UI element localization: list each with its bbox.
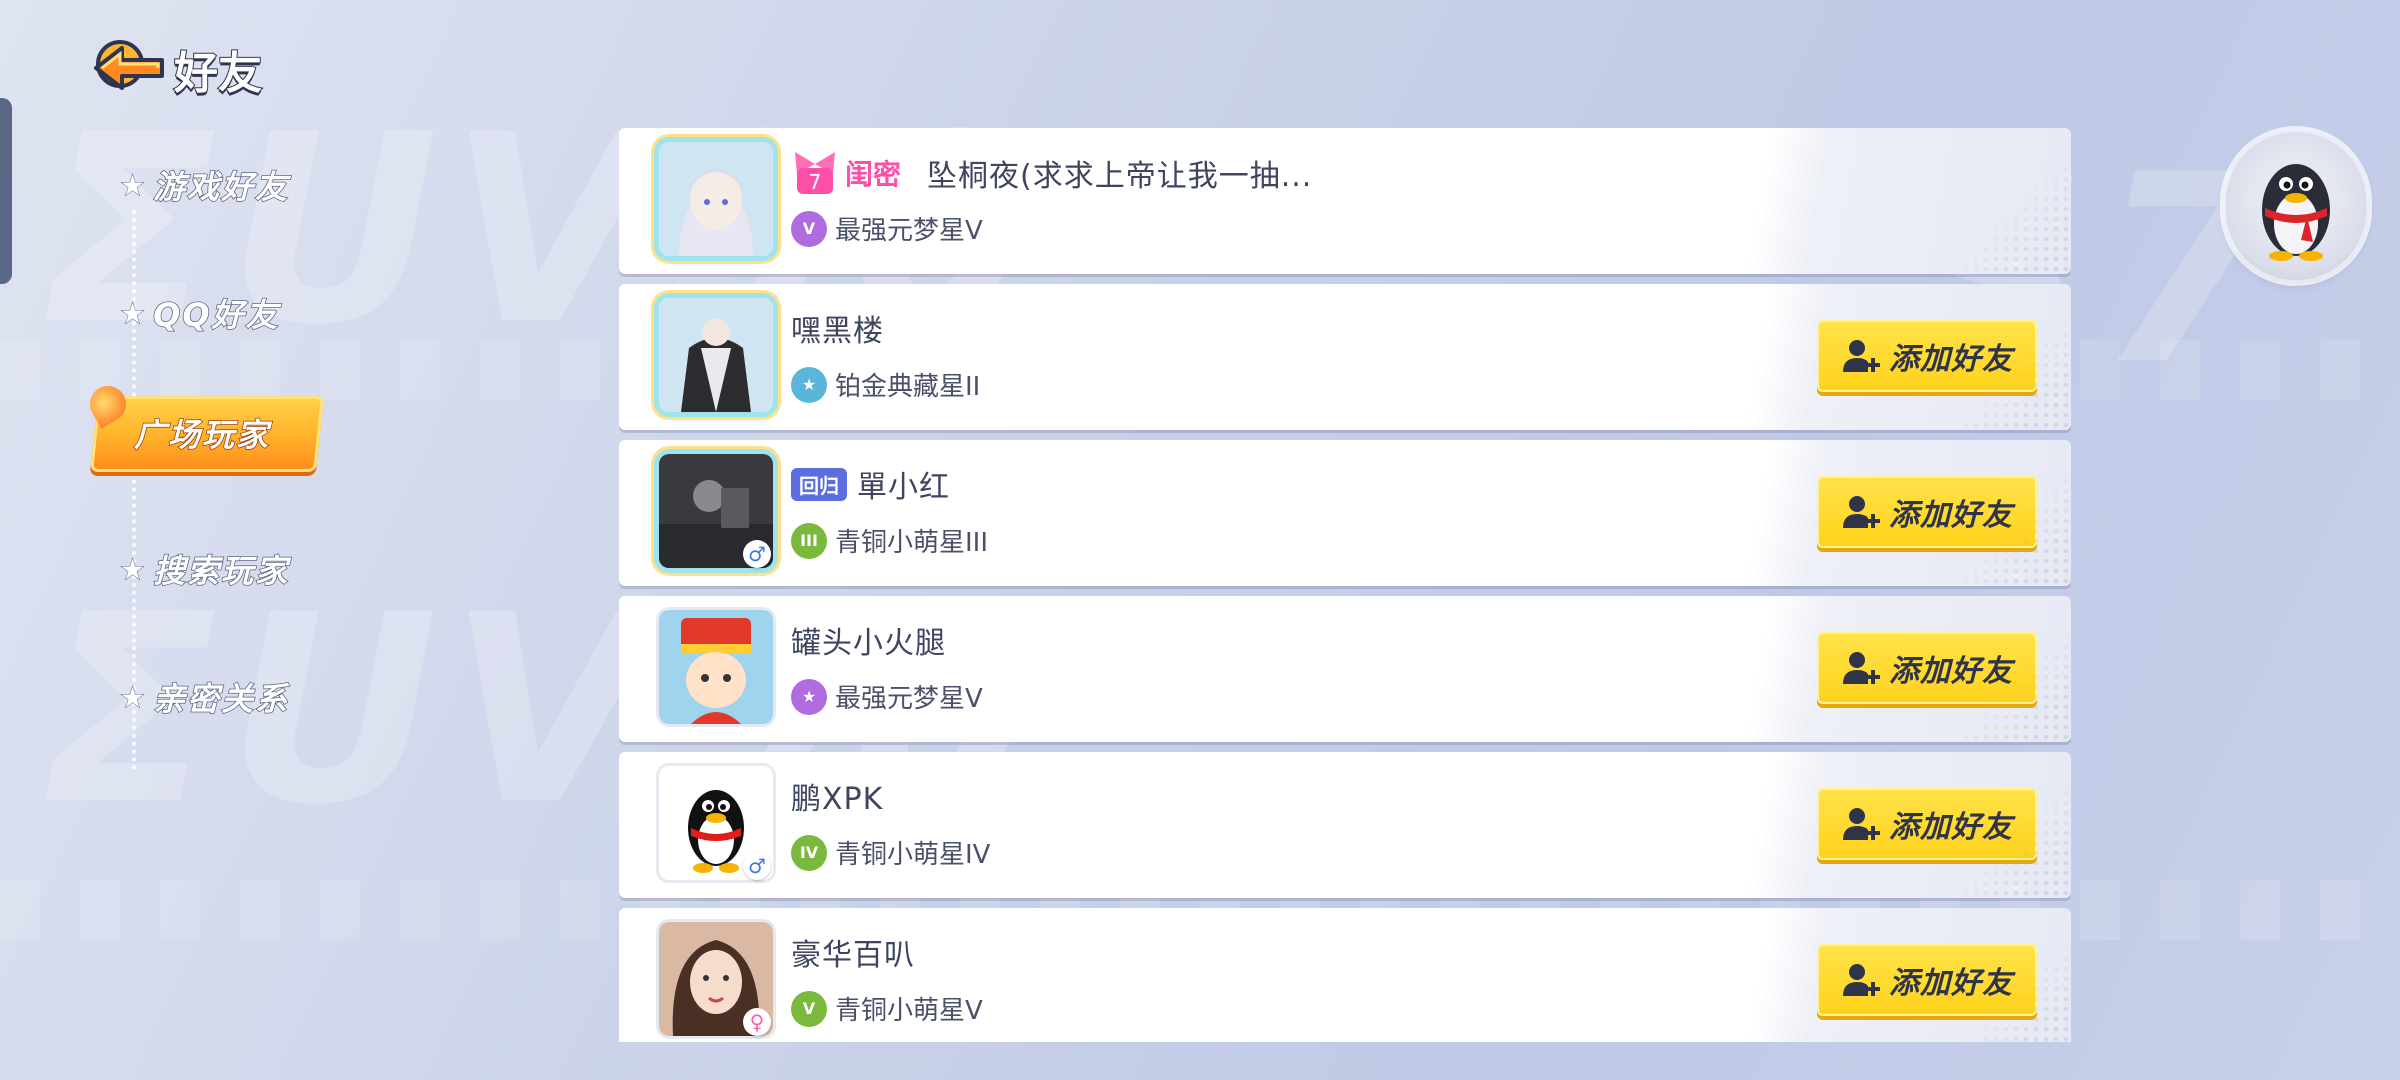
- list-item[interactable]: 7 闺密 坠桐夜(求求上帝让我一抽... V 最强元梦星V: [619, 128, 2071, 274]
- rank-badge-icon: ★: [791, 678, 827, 715]
- list-item[interactable]: 嘿黑楼 ★ 铂金典藏星II 添加好友: [619, 284, 2071, 430]
- add-user-icon: [1843, 340, 1880, 372]
- intimacy-level: 7: [809, 170, 822, 194]
- side-drawer-handle[interactable]: [0, 98, 12, 284]
- add-user-icon: [1843, 964, 1880, 996]
- sidebar-item-label: 亲密关系: [152, 679, 290, 719]
- player-name-line: 罐头小火腿: [791, 618, 946, 662]
- back-arrow-icon[interactable]: [88, 34, 172, 104]
- avatar[interactable]: [659, 142, 773, 256]
- player-name: 罐头小火腿: [791, 626, 946, 661]
- sidebar-item-qq-friends[interactable]: ★ QQ好友: [119, 290, 280, 336]
- sidebar-item-search-players[interactable]: ★ 搜索玩家: [119, 546, 290, 592]
- add-friend-button[interactable]: 添加好友: [1817, 320, 2037, 392]
- gender-male-icon: ♂: [743, 852, 771, 880]
- list-item[interactable]: 罐头小火腿 ★ 最强元梦星V 添加好友: [619, 596, 2071, 742]
- player-name: 豪华百叭: [791, 938, 915, 973]
- list-item[interactable]: ♂ 回归 單小红 III 青铜小萌星III 添加好友: [619, 440, 2071, 586]
- add-friend-label: 添加好友: [1889, 966, 2013, 1001]
- rank-text: 青铜小萌星V: [835, 996, 983, 1026]
- star-icon: ★: [119, 296, 148, 330]
- add-friend-label: 添加好友: [1889, 654, 2013, 689]
- add-friend-button[interactable]: 添加好友: [1817, 632, 2037, 704]
- player-name-line: 回归 單小红: [791, 462, 950, 506]
- add-friend-label: 添加好友: [1889, 342, 2013, 377]
- rank-line: ★ 最强元梦星V: [791, 678, 983, 715]
- player-name: 鹏XPK: [791, 782, 884, 817]
- rank-badge-icon: V: [791, 990, 827, 1027]
- add-friend-button[interactable]: 添加好友: [1817, 944, 2037, 1016]
- sidebar-item-label: QQ好友: [152, 295, 280, 335]
- sidebar-item-label: 搜索玩家: [152, 551, 290, 591]
- rank-line: III 青铜小萌星III: [791, 522, 988, 559]
- rank-text: 最强元梦星V: [835, 216, 983, 246]
- add-user-icon: [1843, 652, 1880, 684]
- rank-badge-icon: IV: [791, 834, 827, 871]
- rank-badge-icon: ★: [791, 366, 827, 403]
- rank-line: V 青铜小萌星V: [791, 990, 983, 1027]
- list-item[interactable]: ♂ 鹏XPK IV 青铜小萌星IV 添加好友: [619, 752, 2071, 898]
- rank-text: 青铜小萌星IV: [835, 840, 991, 870]
- avatar[interactable]: [659, 298, 773, 412]
- add-friend-label: 添加好友: [1889, 498, 2013, 533]
- list-item[interactable]: ♀ 豪华百叭 V 青铜小萌星V 添加好友: [619, 908, 2071, 1042]
- return-tag: 回归: [791, 467, 847, 501]
- player-name: 單小红: [857, 470, 950, 505]
- rank-badge-icon: V: [791, 210, 827, 247]
- add-user-icon: [1843, 496, 1880, 528]
- add-user-icon: [1843, 808, 1880, 840]
- qq-button[interactable]: [2226, 132, 2366, 280]
- star-icon: ★: [119, 680, 148, 714]
- star-icon: ★: [119, 552, 148, 586]
- add-friend-button[interactable]: 添加好友: [1817, 788, 2037, 860]
- player-name: 坠桐夜(求求上帝让我一抽...: [927, 159, 1313, 194]
- intimacy-label: 闺密: [845, 158, 902, 191]
- player-name-line: 7 闺密 坠桐夜(求求上帝让我一抽...: [791, 150, 1312, 196]
- gender-female-icon: ♀: [743, 1008, 771, 1036]
- sidebar-item-game-friends[interactable]: ★ 游戏好友: [119, 162, 290, 208]
- player-name: 嘿黑楼: [791, 314, 884, 349]
- rank-text: 最强元梦星V: [835, 684, 983, 714]
- rank-text: 铂金典藏星II: [835, 372, 981, 402]
- sidebar-item-label: 游戏好友: [152, 167, 290, 207]
- sidebar-item-intimate-relations[interactable]: ★ 亲密关系: [119, 674, 290, 720]
- add-friend-button[interactable]: 添加好友: [1817, 476, 2037, 548]
- rank-badge-icon: III: [791, 522, 827, 559]
- player-list[interactable]: 7 闺密 坠桐夜(求求上帝让我一抽... V 最强元梦星V 嘿黑楼 ★ 铂金典藏…: [619, 128, 2071, 1042]
- rank-line: IV 青铜小萌星IV: [791, 834, 990, 871]
- sidebar-item-plaza-players[interactable]: 广场玩家: [133, 410, 270, 456]
- rank-text: 青铜小萌星III: [835, 528, 989, 558]
- add-friend-label: 添加好友: [1889, 810, 2013, 845]
- gender-male-icon: ♂: [743, 540, 771, 568]
- page-header: 好友: [88, 34, 263, 104]
- player-name-line: 嘿黑楼: [791, 306, 884, 350]
- qq-penguin-icon: [2262, 164, 2330, 261]
- player-name-line: 豪华百叭: [791, 930, 915, 974]
- page-title: 好友: [173, 47, 263, 100]
- rank-line: V 最强元梦星V: [791, 210, 983, 247]
- intimacy-tag: 7 闺密: [791, 150, 917, 196]
- avatar[interactable]: [659, 610, 773, 724]
- bow-icon: 7: [791, 150, 839, 196]
- star-icon: ★: [119, 168, 148, 202]
- rank-line: ★ 铂金典藏星II: [791, 366, 980, 403]
- player-name-line: 鹏XPK: [791, 774, 883, 818]
